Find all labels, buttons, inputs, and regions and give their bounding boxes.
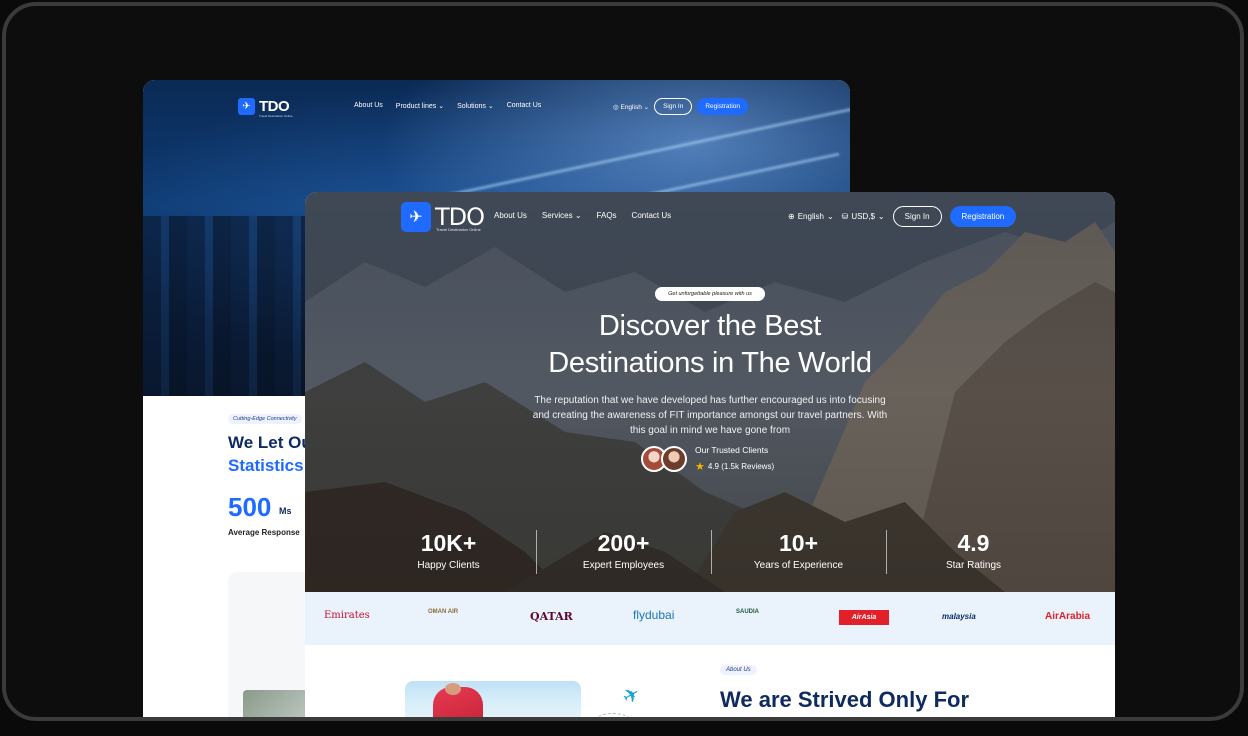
plane-icon: ✈	[238, 98, 255, 115]
thumbnail-image	[243, 690, 313, 717]
nav-about-us[interactable]: About Us	[494, 211, 527, 220]
light-streak	[447, 106, 850, 197]
logo-tagline: Travel Destination Online	[436, 227, 481, 232]
nav-product-lines[interactable]: Product lines ⌄	[396, 102, 444, 110]
stat-value: 200+	[597, 530, 650, 556]
airarabia-logo: AirArabia	[1045, 611, 1091, 622]
stat-item: 10K+ Happy Clients	[361, 530, 536, 578]
device-mockup: ✈ TDO Travel Destination Online About Us…	[0, 0, 1248, 736]
globe-icon: ◎	[613, 103, 619, 111]
hero-tagline: Get unforgettable pleasure with us	[655, 287, 765, 301]
about-image	[405, 681, 581, 717]
about-pill: About Us	[720, 665, 757, 675]
stat-item: 10+ Years of Experience	[711, 530, 886, 578]
stat-item: 200+ Expert Employees	[536, 530, 711, 578]
section-pill: Cutting-Edge Connectivity	[228, 414, 302, 424]
oman-air-logo: OMAN AIR	[428, 609, 459, 615]
hero-description: The reputation that we have developed ha…	[532, 395, 888, 436]
stat-value: 500	[228, 492, 272, 522]
hero-title-line-2: Destinations in The World	[548, 347, 872, 379]
trusted-clients-label: Our Trusted Clients	[695, 445, 769, 455]
hero-section: ✈ TDO Travel Destination Online About Us…	[305, 192, 1115, 592]
nav-faqs[interactable]: FAQs	[597, 211, 617, 220]
language-selector[interactable]: ◎ English ⌄	[613, 103, 649, 111]
stat-unit: Ms	[279, 506, 292, 516]
logo-tagline: Travel Destination Online	[259, 114, 293, 118]
device-frame: ✈ TDO Travel Destination Online About Us…	[2, 2, 1244, 721]
stat-label: Average Response	[228, 528, 300, 537]
registration-button[interactable]: Registration	[949, 206, 1017, 227]
section-heading: We Let Ou	[228, 433, 312, 452]
chevron-down-icon: ⌄	[574, 211, 582, 220]
registration-button[interactable]: Registration	[697, 98, 749, 115]
section-heading-accent: Statistics	[228, 456, 304, 475]
chevron-down-icon: ⌄	[877, 212, 885, 221]
stats-bar: 10K+ Happy Clients 200+ Expert Employees…	[361, 530, 1061, 578]
stat-label: Years of Experience	[753, 560, 844, 571]
back-navbar: ✈ TDO Travel Destination Online About Us…	[143, 98, 850, 118]
location-pin-plane-icon: ✈	[401, 202, 431, 232]
saudia-logo: SAUDIA	[736, 609, 760, 615]
trusted-clients: Our Trusted Clients ★ 4.9 (1.5k Reviews)	[641, 445, 774, 473]
globe-icon: ⊕	[788, 212, 795, 221]
stat-item: 4.9 Star Ratings	[886, 530, 1061, 578]
chevron-down-icon: ⌄	[826, 212, 834, 221]
back-menu: About Us Product lines ⌄ Solutions ⌄ Con…	[354, 102, 541, 110]
nav-contact-us[interactable]: Contact Us	[507, 102, 542, 110]
about-section: ✈ About Us We are Strived Only For	[305, 645, 1115, 717]
about-title: We are Strived Only For	[720, 687, 970, 712]
stat-value: 10K+	[420, 530, 477, 556]
sign-in-button[interactable]: Sign In	[892, 206, 942, 227]
logo[interactable]: ✈ TDO Travel Destination Online	[401, 202, 485, 232]
stat-label: Star Ratings	[945, 560, 1002, 571]
nav-about-us[interactable]: About Us	[354, 102, 383, 110]
nav-solutions[interactable]: Solutions ⌄	[457, 102, 494, 110]
stat-value: 10+	[778, 530, 818, 556]
stat-label: Happy Clients	[417, 560, 480, 571]
flydubai-logo: flydubai	[633, 608, 675, 622]
logo-text: TDO	[259, 98, 290, 115]
front-page-preview: ✈ TDO Travel Destination Online About Us…	[305, 192, 1115, 717]
coins-icon: ⛁	[841, 212, 849, 221]
nav-services[interactable]: Services ⌄	[542, 211, 582, 220]
flight-path	[593, 713, 633, 717]
hero-title-line-1: Discover the Best	[598, 310, 822, 342]
back-nav-actions: ◎ English ⌄ Sign In Registration	[613, 98, 749, 115]
language-selector[interactable]: ⊕ English ⌄	[788, 212, 834, 221]
airasia-logo: AirAsia	[839, 610, 889, 625]
qatar-logo: QATAR	[530, 610, 573, 623]
avatar	[661, 446, 687, 472]
back-logo[interactable]: ✈ TDO Travel Destination Online	[238, 98, 293, 118]
currency-selector[interactable]: ⛁ USD,$ ⌄	[842, 212, 885, 221]
main-menu: About Us Services ⌄ FAQs Contact Us	[494, 211, 671, 220]
rating-text: 4.9 (1.5k Reviews)	[707, 462, 775, 471]
nav-actions: ⊕ English ⌄ ⛁ USD,$ ⌄ Sign In Registration	[788, 206, 1017, 227]
sign-in-button[interactable]: Sign In	[654, 98, 693, 115]
stat-label: Expert Employees	[582, 560, 665, 571]
traveler-head	[445, 683, 461, 695]
star-icon: ★	[695, 461, 705, 473]
malaysia-airlines-logo: malaysia	[942, 612, 976, 621]
nav-contact-us[interactable]: Contact Us	[632, 211, 672, 220]
airplane-icon: ✈	[618, 682, 645, 710]
navbar: ✈ TDO Travel Destination Online About Us…	[305, 202, 1115, 232]
stat-value: 4.9	[957, 530, 990, 556]
airline-logos-strip: Emirates OMAN AIR QATAR flydubai SAUDIA …	[305, 592, 1115, 645]
emirates-logo: Emirates	[324, 610, 370, 621]
